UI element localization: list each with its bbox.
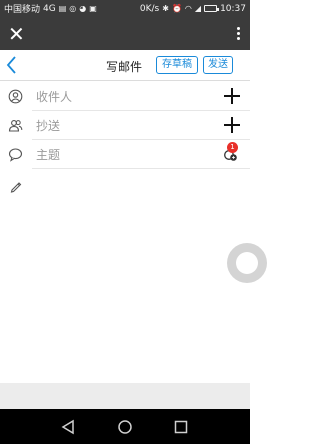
back-triangle-icon[interactable] <box>60 418 78 436</box>
android-nav-bar <box>0 409 250 444</box>
location-icon: ◎ <box>69 3 77 13</box>
network-label: 4G <box>43 3 56 14</box>
more-vertical-icon[interactable] <box>233 23 244 44</box>
floating-assist-button[interactable] <box>227 243 267 283</box>
home-circle-icon[interactable] <box>116 418 134 436</box>
status-right: 0K/s ✱ ⏰ ◠ ◢ 10:37 <box>140 4 246 14</box>
group-icon <box>8 120 23 132</box>
signal-icon: ▤ <box>58 3 67 13</box>
recents-square-icon[interactable] <box>172 418 190 436</box>
browser-bar: ✕ <box>0 17 250 50</box>
status-left: 中国移动 4G ▤ ◎ ◕ ▣ <box>4 2 97 16</box>
bottom-band <box>0 383 250 409</box>
clock-time: 10:37 <box>220 3 246 14</box>
pencil-icon <box>10 182 22 193</box>
wechat-icon: ◕ <box>79 3 87 13</box>
add-cc-button[interactable] <box>224 116 240 134</box>
compose-nav-bar: 写邮件 存草稿 发送 <box>0 50 250 81</box>
image-icon: ▣ <box>89 3 97 13</box>
alarm-icon: ⏰ <box>171 3 182 13</box>
carrier-label: 中国移动 <box>4 5 41 15</box>
recipient-input[interactable] <box>36 87 216 107</box>
cc-row <box>0 111 250 140</box>
chevron-left-icon[interactable] <box>4 54 20 76</box>
row-divider <box>32 168 250 169</box>
body-area <box>0 174 250 382</box>
subject-input[interactable] <box>36 145 216 165</box>
save-draft-button[interactable]: 存草稿 <box>156 56 198 74</box>
add-recipient-button[interactable] <box>224 87 240 105</box>
attachment-button[interactable]: 1 <box>222 142 240 163</box>
subject-row <box>0 140 250 169</box>
page-title: 写邮件 <box>106 60 143 74</box>
wifi-icon: ◠ <box>184 3 192 13</box>
contact-icon <box>8 89 23 104</box>
battery-icon <box>204 5 220 12</box>
cc-input[interactable] <box>36 116 216 136</box>
body-textarea[interactable] <box>36 176 236 376</box>
recipient-row <box>0 82 250 111</box>
close-icon[interactable]: ✕ <box>8 24 25 44</box>
network-speed: 0K/s <box>139 3 160 14</box>
cell-signal-icon: ◢ <box>194 3 202 13</box>
send-button[interactable]: 发送 <box>203 56 233 74</box>
speech-bubble-icon <box>8 148 23 162</box>
attachment-count-badge: 1 <box>227 142 238 153</box>
status-bar: 中国移动 4G ▤ ◎ ◕ ▣ 0K/s ✱ ⏰ ◠ ◢ 10:37 <box>0 0 250 17</box>
bluetooth-icon: ✱ <box>162 3 169 13</box>
